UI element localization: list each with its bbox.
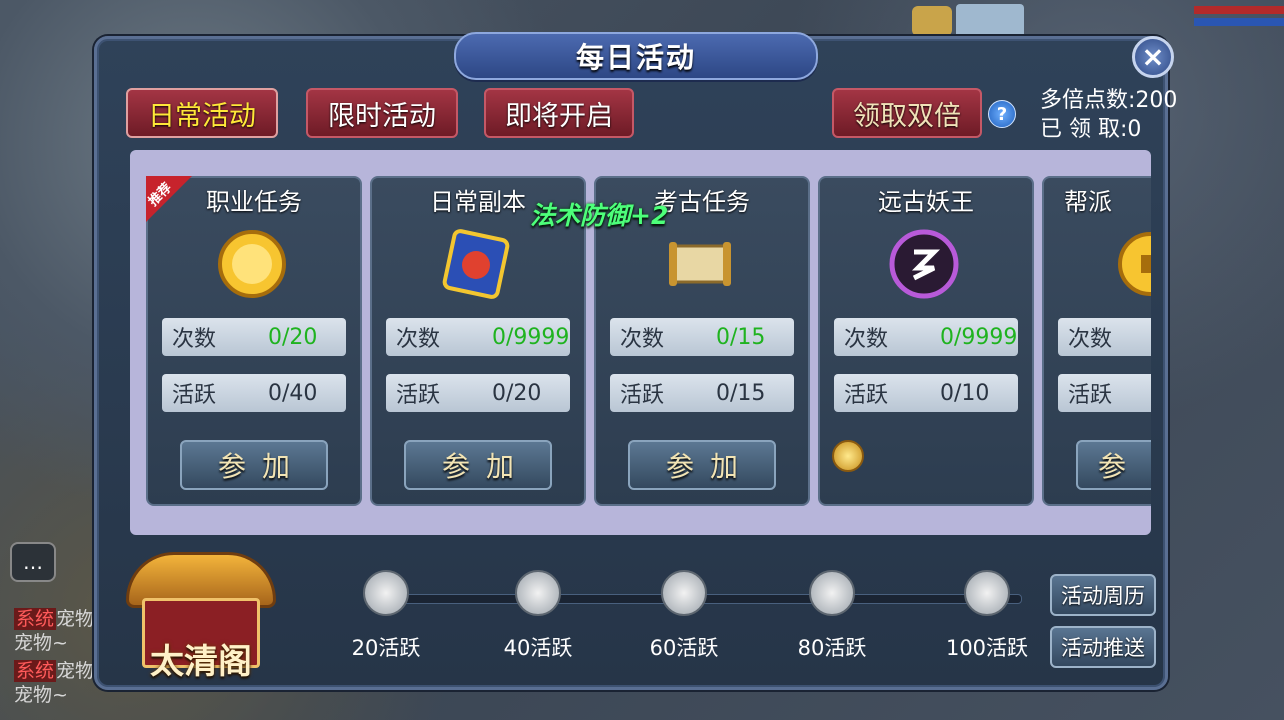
card-title: 职业任务 [206, 188, 302, 216]
reward-bell-icon [964, 570, 1010, 616]
activity-card[interactable]: 推荐 职业任务 次数 0/20 活跃 0/40 参加 [146, 176, 362, 506]
reward-bell-icon [515, 570, 561, 616]
help-icon[interactable]: ? [988, 100, 1016, 128]
count-row: 次数 0/20 [162, 318, 346, 356]
pet-icon[interactable] [912, 6, 952, 36]
reward-bell-icon [661, 570, 707, 616]
taiqing-label: 太清阁 [150, 642, 252, 682]
active-row: 活跃 0/20 [386, 374, 570, 412]
join-button[interactable]: 参加 [404, 440, 552, 490]
milestone-reward[interactable]: 40活跃 [493, 570, 583, 662]
floating-buff-text: 法术防御+2 [530, 201, 669, 230]
activity-calendar-button[interactable]: 活动周历 [1050, 574, 1156, 616]
scroll-map-icon [660, 226, 740, 302]
taiqing-pavilion-button[interactable]: 太清阁 [122, 548, 280, 682]
window-title-plate: 每日活动 [454, 32, 818, 80]
dungeon-mask-icon [436, 226, 516, 302]
activity-push-button[interactable]: 活动推送 [1050, 626, 1156, 668]
activity-card[interactable]: 帮派 次数 活跃 参 [1042, 176, 1151, 506]
active-row: 活跃 [1058, 374, 1151, 412]
close-icon: × [1141, 40, 1165, 73]
claim-double-button[interactable]: 领取双倍 [832, 88, 982, 138]
join-button[interactable]: 参 [1076, 440, 1151, 490]
milestone-reward[interactable]: 60活跃 [639, 570, 729, 662]
tab-daily[interactable]: 日常活动 [126, 88, 278, 138]
milestone-reward[interactable]: 20活跃 [341, 570, 431, 662]
milestone-reward[interactable]: 100活跃 [942, 570, 1032, 662]
clock-icon [832, 440, 864, 472]
count-row: 次数 0/9999 [386, 318, 570, 356]
reward-bell-icon [363, 570, 409, 616]
activity-progress: 20活跃 40活跃 60活跃 80活跃 100活跃 [350, 570, 1040, 670]
join-button[interactable]: 参加 [628, 440, 776, 490]
milestone-reward[interactable]: 80活跃 [787, 570, 877, 662]
chat-line: 宠物~ [14, 684, 68, 706]
card-title: 帮派 [1064, 188, 1112, 216]
hp-bar [1194, 6, 1284, 14]
window-title: 每日活动 [575, 41, 696, 74]
count-row: 次数 0/15 [610, 318, 794, 356]
count-row: 次数 [1058, 318, 1151, 356]
close-button[interactable]: × [1132, 36, 1174, 78]
tab-limited[interactable]: 限时活动 [306, 88, 458, 138]
demon-king-icon [884, 226, 964, 302]
activity-card[interactable]: 远古妖王 次数 0/9999 活跃 0/10 [818, 176, 1034, 506]
join-button[interactable]: 参加 [180, 440, 328, 490]
guild-coin-icon [1110, 226, 1151, 302]
multiplier-points: 多倍点数:200 [1040, 88, 1178, 113]
chat-line: 系统 宠物 [14, 660, 95, 682]
multiplier-claimed: 已 领 取:0 [1040, 117, 1142, 142]
active-row: 活跃 0/40 [162, 374, 346, 412]
chat-line: 宠物~ [14, 632, 68, 654]
chat-line: 系统 宠物 [14, 608, 95, 630]
count-row: 次数 0/9999 [834, 318, 1018, 356]
reward-bell-icon [809, 570, 855, 616]
tab-upcoming[interactable]: 即将开启 [484, 88, 634, 138]
multiplier-info: 多倍点数:200 已 领 取:0 [1040, 86, 1177, 144]
card-title: 远古妖王 [878, 188, 974, 216]
activity-card-list[interactable]: 推荐 职业任务 次数 0/20 活跃 0/40 参加 日常副本 次数 0/9999 活… [130, 150, 1151, 535]
chat-bubble-icon[interactable]: … [10, 542, 56, 582]
minimap[interactable] [956, 4, 1024, 38]
gold-coin-icon [212, 226, 292, 302]
active-row: 活跃 0/15 [610, 374, 794, 412]
mp-bar [1194, 18, 1284, 26]
active-row: 活跃 0/10 [834, 374, 1018, 412]
